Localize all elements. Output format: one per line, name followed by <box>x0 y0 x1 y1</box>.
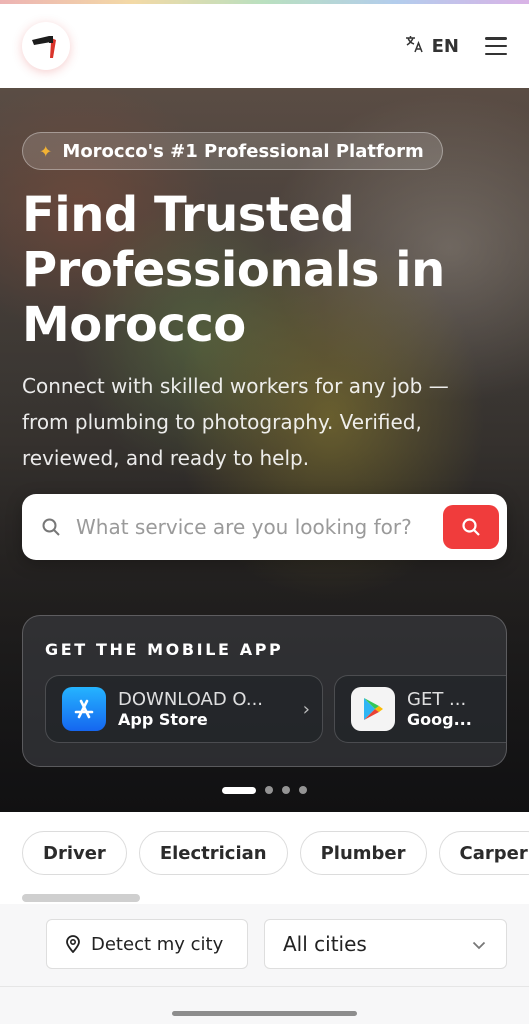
location-pin-icon <box>65 935 81 953</box>
carousel-indicator <box>222 786 307 794</box>
divider <box>0 986 529 987</box>
category-chip-electrician[interactable]: Electrician <box>138 831 288 875</box>
app-store-button[interactable]: DOWNLOAD O... App Store › <box>45 675 323 743</box>
carousel-dot[interactable] <box>265 786 273 794</box>
hero-subtitle: Connect with skilled workers for any job… <box>22 374 449 470</box>
service-search-input[interactable] <box>76 515 443 539</box>
hero-title: Find Trusted Professionals in Morocco <box>22 187 445 353</box>
google-play-button[interactable]: GET ... Goog... › <box>334 675 506 743</box>
city-select-value: All cities <box>283 932 367 956</box>
language-switcher[interactable]: EN <box>404 34 459 59</box>
mobile-app-card: GET THE MOBILE APP DOWNLOAD O... App Sto… <box>22 615 507 767</box>
detect-city-label: Detect my city <box>91 933 224 955</box>
translate-icon <box>404 34 424 59</box>
category-chip-plumber[interactable]: Plumber <box>299 831 427 875</box>
carousel-dot-active[interactable] <box>222 786 256 794</box>
hamburger-menu-icon[interactable] <box>485 37 507 55</box>
detect-city-button[interactable]: Detect my city <box>46 919 248 969</box>
carousel-dot[interactable] <box>299 786 307 794</box>
category-chip-driver[interactable]: Driver <box>22 831 127 875</box>
carousel-dot[interactable] <box>282 786 290 794</box>
search-button[interactable] <box>443 505 499 549</box>
home-indicator <box>172 1011 357 1016</box>
category-chip-carpenter[interactable]: Carper <box>438 831 529 875</box>
location-filters: Detect my city All cities <box>0 904 529 1024</box>
sparkle-icon: ✦ <box>39 141 53 161</box>
city-select[interactable]: All cities <box>264 919 507 969</box>
google-play-top-label: GET ... <box>407 689 467 710</box>
app-store-icon <box>62 687 106 731</box>
category-chips: Driver Electrician Plumber Carper <box>0 812 529 904</box>
google-play-icon <box>351 687 395 731</box>
app-card-title: GET THE MOBILE APP <box>45 640 284 659</box>
app-store-name: App Store <box>118 710 208 729</box>
horizontal-scrollbar[interactable] <box>22 894 140 902</box>
hammer-logo-icon[interactable] <box>22 22 70 70</box>
platform-badge: ✦ Morocco's #1 Professional Platform <box>22 132 443 170</box>
app-header: EN <box>0 4 529 88</box>
language-code: EN <box>431 35 459 57</box>
chevron-down-icon <box>472 935 486 954</box>
search-icon <box>462 518 480 536</box>
chevron-right-icon: › <box>302 698 310 720</box>
app-store-top-label: DOWNLOAD O... <box>118 689 264 710</box>
google-play-name: Goog... <box>407 710 472 729</box>
service-search-bar <box>22 494 507 560</box>
badge-label: Morocco's #1 Professional Platform <box>62 140 424 162</box>
search-icon <box>40 516 62 538</box>
hero-section: ✦ Morocco's #1 Professional Platform Fin… <box>0 88 529 812</box>
